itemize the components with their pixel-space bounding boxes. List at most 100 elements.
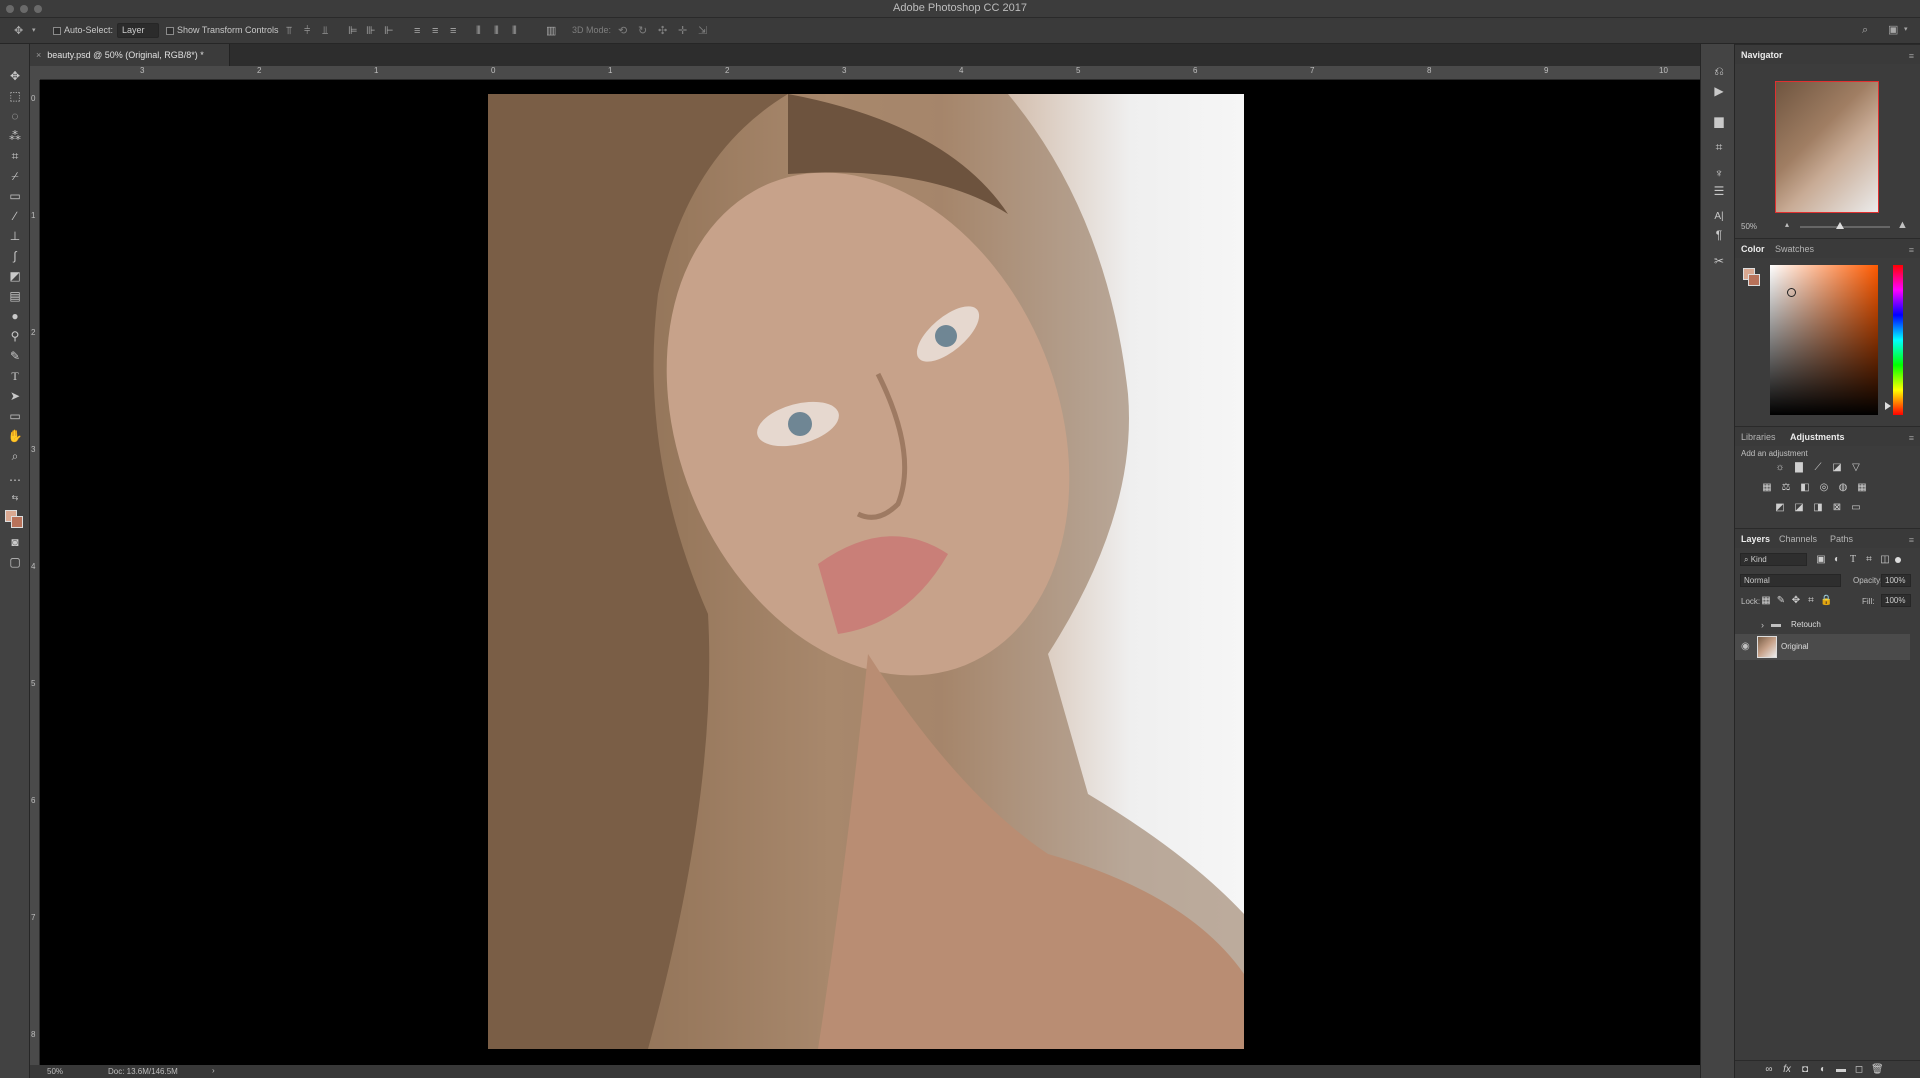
delete-layer-icon[interactable]: 🗑 <box>1871 1064 1884 1076</box>
distribute-center-icon[interactable]: ≡ <box>432 25 438 37</box>
add-mask-icon[interactable]: ◘ <box>1799 1064 1811 1076</box>
ruler-origin[interactable] <box>30 66 40 80</box>
gradient-map-icon[interactable]: ▭ <box>1850 502 1862 514</box>
align-left-icon[interactable]: ⊫ <box>348 25 358 37</box>
navigator-zoom-handle[interactable] <box>1836 222 1844 229</box>
auto-select-checkbox[interactable] <box>53 27 61 35</box>
zoom-level[interactable]: 50% <box>47 1067 63 1076</box>
document-tab[interactable]: × beauty.psd @ 50% (Original, RGB/8*) * <box>30 44 230 66</box>
panel-menu-icon[interactable]: ≡ <box>1909 51 1914 61</box>
tab-navigator[interactable]: Navigator <box>1741 50 1783 60</box>
tab-libraries[interactable]: Libraries <box>1741 432 1776 442</box>
3d-pan-icon[interactable]: ✣ <box>658 25 667 37</box>
align-vertical-center-icon[interactable]: ⫩ <box>304 25 310 37</box>
auto-select-dropdown[interactable]: Layer <box>117 23 159 38</box>
crop-tool-icon[interactable]: ⌗ <box>5 148 25 164</box>
auto-align-icon[interactable]: ▥ <box>546 25 556 37</box>
edit-toolbar-icon[interactable]: ⋯ <box>5 472 25 488</box>
lock-transparent-icon[interactable]: ▦ <box>1760 595 1772 607</box>
background-color-swatch[interactable] <box>11 516 23 528</box>
navigator-zoom-slider[interactable] <box>1800 226 1890 228</box>
chevron-down-icon[interactable]: ▾ <box>1904 24 1908 36</box>
info-icon[interactable]: ⌗ <box>1710 140 1728 154</box>
distribute-hcenter-icon[interactable]: ⦀ <box>494 25 499 37</box>
quick-mask-icon[interactable]: ◙ <box>5 534 25 550</box>
blend-mode-dropdown[interactable]: Normal <box>1740 574 1841 587</box>
filter-adjustment-icon[interactable]: ◐ <box>1831 554 1843 566</box>
lock-position-icon[interactable]: ✥ <box>1790 595 1802 607</box>
layer-filter-dropdown[interactable]: ⌕ Kind <box>1740 553 1807 566</box>
distribute-top-icon[interactable]: ≡ <box>414 25 420 37</box>
rectangle-tool-icon[interactable]: ▭ <box>5 408 25 424</box>
align-right-icon[interactable]: ⊩ <box>384 25 394 37</box>
history-brush-tool-icon[interactable]: ∫ <box>5 248 25 264</box>
new-layer-icon[interactable]: ◻ <box>1853 1064 1865 1076</box>
move-tool-icon[interactable]: ✥ <box>5 68 25 84</box>
blur-tool-icon[interactable]: ● <box>5 308 25 324</box>
chevron-down-icon[interactable]: ▾ <box>32 25 36 37</box>
document-canvas-photo[interactable] <box>488 94 1244 1049</box>
distribute-bottom-icon[interactable]: ≡ <box>450 25 456 37</box>
clone-stamp-tool-icon[interactable]: ⊥ <box>5 228 25 244</box>
hand-tool-icon[interactable]: ✋ <box>5 428 25 444</box>
3d-slide-icon[interactable]: ✛ <box>678 25 687 37</box>
panel-menu-icon[interactable]: ≡ <box>1909 433 1914 443</box>
character-icon[interactable]: A| <box>1710 210 1728 224</box>
hue-saturation-icon[interactable]: ▦ <box>1761 482 1773 494</box>
distribute-right-icon[interactable]: ⦀ <box>512 25 517 37</box>
close-tab-icon[interactable]: × <box>36 50 41 60</box>
properties-icon[interactable]: ☰ <box>1710 184 1728 198</box>
opacity-field[interactable]: 100% <box>1881 574 1911 587</box>
workspace-icon[interactable]: ▣ <box>1888 24 1898 36</box>
filter-pixel-icon[interactable]: ▣ <box>1815 554 1827 566</box>
tab-paths[interactable]: Paths <box>1830 534 1853 544</box>
type-tool-icon[interactable]: T <box>5 368 25 384</box>
tab-layers[interactable]: Layers <box>1741 534 1770 544</box>
distribute-left-icon[interactable]: ⦀ <box>476 25 481 37</box>
filter-type-icon[interactable]: T <box>1847 554 1859 566</box>
brightness-contrast-icon[interactable]: ☼ <box>1774 462 1786 474</box>
tab-color[interactable]: Color <box>1741 244 1765 254</box>
marquee-tool-icon[interactable]: ⬚ <box>5 88 25 104</box>
channel-mixer-icon[interactable]: ◍ <box>1837 482 1849 494</box>
tab-adjustments[interactable]: Adjustments <box>1790 432 1845 442</box>
color-picker-cursor[interactable] <box>1787 288 1796 297</box>
panel-menu-icon[interactable]: ≡ <box>1909 245 1914 255</box>
black-white-icon[interactable]: ◧ <box>1799 482 1811 494</box>
color-picker-field[interactable] <box>1770 265 1878 415</box>
3d-orbit-icon[interactable]: ⟲ <box>618 25 627 37</box>
dodge-tool-icon[interactable]: ⚲ <box>5 328 25 344</box>
3d-roll-icon[interactable]: ↻ <box>638 25 647 37</box>
new-adjustment-layer-icon[interactable]: ◐ <box>1817 1064 1829 1076</box>
history-icon[interactable]: ⎌ <box>1710 64 1728 78</box>
color-balance-icon[interactable]: ⚖ <box>1780 482 1792 494</box>
new-group-icon[interactable]: ▬ <box>1835 1064 1847 1076</box>
vertical-ruler[interactable]: 0 1 2 3 4 5 6 7 8 <box>30 80 40 1065</box>
magic-wand-tool-icon[interactable]: ⁂ <box>5 128 25 144</box>
vibrance-icon[interactable]: ▽ <box>1850 462 1862 474</box>
lock-artboard-icon[interactable]: ⌗ <box>1805 595 1817 607</box>
path-selection-tool-icon[interactable]: ➤ <box>5 388 25 404</box>
fill-field[interactable]: 100% <box>1881 594 1911 607</box>
screen-mode-icon[interactable]: ▢ <box>5 554 25 570</box>
actions-play-icon[interactable]: ▶ <box>1710 84 1728 98</box>
show-transform-checkbox[interactable] <box>166 27 174 35</box>
curves-icon[interactable]: ⟋ <box>1812 462 1824 474</box>
move-tool-preset-icon[interactable]: ✥ <box>14 25 23 37</box>
brush-tool-icon[interactable]: ∕ <box>5 208 25 224</box>
3d-scale-icon[interactable]: ⇲ <box>698 25 707 37</box>
layer-style-icon[interactable]: fx <box>1781 1064 1793 1076</box>
levels-icon[interactable]: ▇ <box>1793 462 1805 474</box>
hue-slider-handle[interactable] <box>1885 402 1891 410</box>
zoom-in-icon[interactable]: ▲ <box>1897 219 1908 231</box>
layer-row-retouch[interactable]: › ▬ Retouch <box>1735 614 1910 636</box>
hue-slider[interactable] <box>1893 265 1903 415</box>
histogram-icon[interactable]: ▆ <box>1710 114 1728 128</box>
threshold-icon[interactable]: ◨ <box>1812 502 1824 514</box>
status-menu-arrow[interactable]: › <box>212 1066 215 1075</box>
lasso-tool-icon[interactable]: ◌ <box>5 108 25 124</box>
align-top-icon[interactable]: ⫪ <box>286 25 292 37</box>
link-layers-icon[interactable]: ∞ <box>1763 1064 1775 1076</box>
lock-all-icon[interactable]: 🔒 <box>1820 595 1832 607</box>
navigator-thumbnail[interactable] <box>1775 81 1879 213</box>
